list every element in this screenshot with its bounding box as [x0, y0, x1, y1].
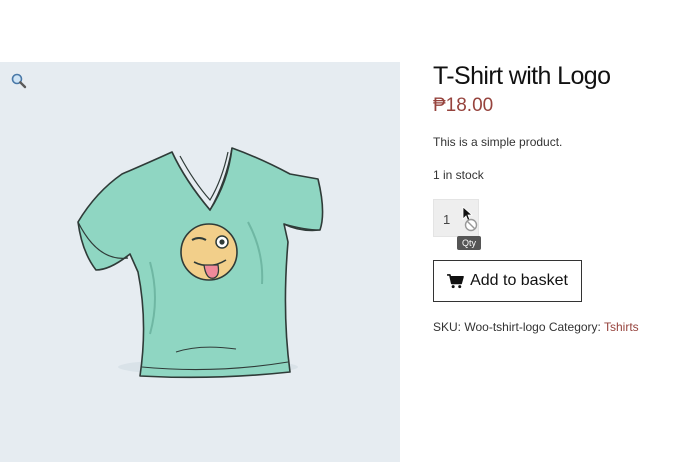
product-title: T-Shirt with Logo — [433, 62, 611, 90]
magnifier-icon[interactable] — [10, 72, 28, 90]
category-label: Category: — [548, 320, 601, 334]
category-link[interactable]: Tshirts — [604, 320, 639, 334]
sku-label: SKU: — [433, 320, 462, 334]
quantity-tooltip: Qty — [457, 236, 482, 250]
cart-icon — [447, 273, 464, 288]
product-gallery — [0, 62, 400, 462]
not-allowed-cursor-icon — [462, 206, 478, 232]
logo-emoji — [180, 223, 238, 281]
short-description: This is a simple product. — [433, 135, 563, 149]
product-meta: SKU: Woo-tshirt-logo Category: Tshirts — [433, 320, 639, 334]
add-to-basket-button[interactable]: Add to basket — [433, 260, 582, 302]
product-price: ₱18.00 — [433, 95, 494, 116]
quantity-input[interactable]: 1 — [433, 199, 479, 237]
add-to-basket-label: Add to basket — [470, 272, 568, 289]
sku-value: Woo-tshirt-logo — [464, 320, 546, 334]
quantity-value: 1 — [443, 212, 451, 227]
product-image[interactable] — [0, 62, 400, 462]
stock-status: 1 in stock — [433, 168, 484, 182]
